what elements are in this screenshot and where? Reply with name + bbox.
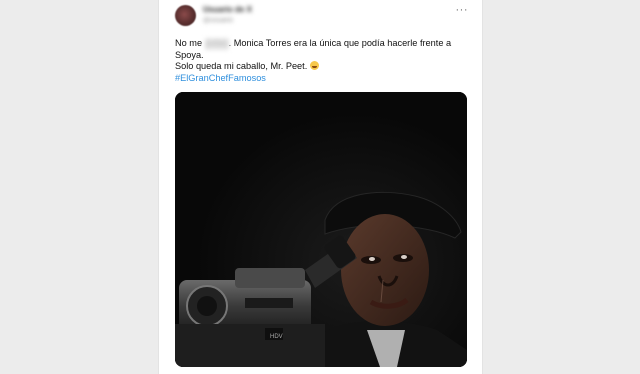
tweet-text: No me jodas. Monica Torres era la única …	[175, 38, 470, 84]
author-avatar[interactable]	[175, 5, 196, 26]
tweet-text-line-1: No me jodas. Monica Torres era la única …	[175, 38, 470, 50]
crying-face-icon	[309, 61, 319, 71]
text-suffix: . Monica Torres era la única que podía h…	[228, 38, 452, 48]
more-options-icon[interactable]: ···	[456, 4, 469, 16]
face-shape	[341, 214, 429, 326]
text-line-3-main: Solo queda mi caballo, Mr. Peet.	[175, 61, 308, 72]
tweet-card: Usuario de X @usuario ··· No me jodas. M…	[158, 0, 483, 374]
tweet-text-line-2: Spoya.	[175, 49, 204, 60]
screenshot-background: Usuario de X @usuario ··· No me jodas. M…	[0, 0, 640, 374]
svg-text:HDV: HDV	[270, 334, 283, 340]
tweet-text-line-4: #ElGranChefFamosos	[175, 73, 470, 85]
tweet-text-line-3: Solo queda mi caballo, Mr. Peet.	[175, 61, 470, 73]
meme-image: HDV	[175, 92, 467, 367]
text-prefix: No me	[175, 38, 203, 48]
tweet-media[interactable]: HDV	[175, 92, 467, 367]
author-name[interactable]: Usuario de X	[203, 6, 289, 14]
author-handle[interactable]: @usuario	[203, 17, 273, 25]
redacted-word: jodas	[204, 38, 229, 50]
hashtag-link[interactable]: #ElGranChefFamosos	[175, 73, 266, 83]
